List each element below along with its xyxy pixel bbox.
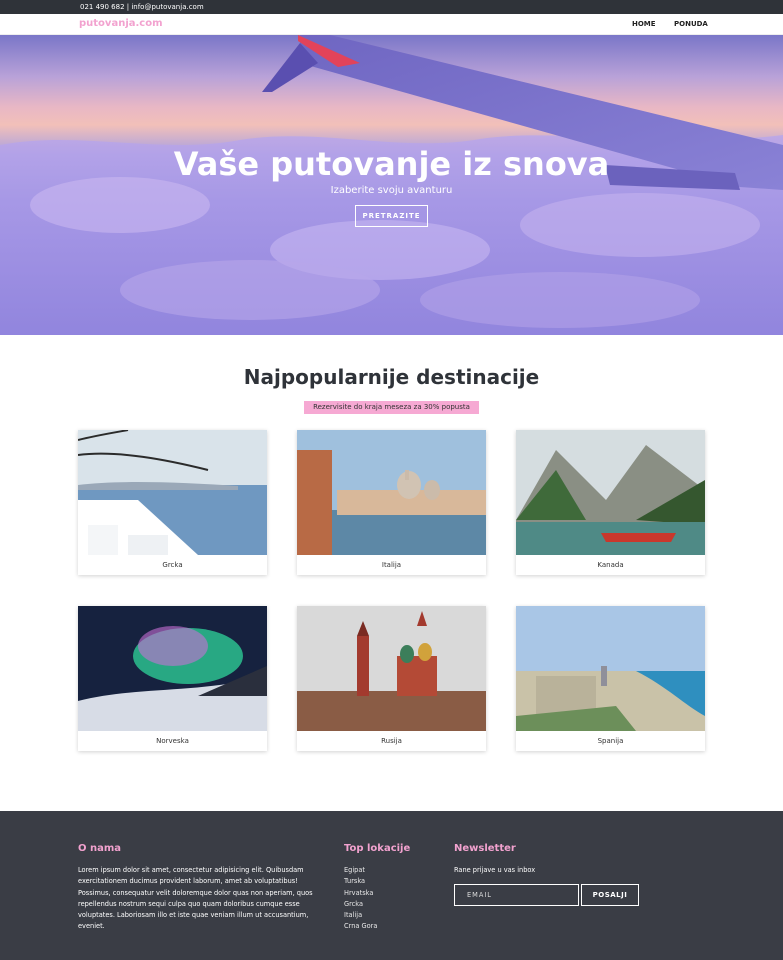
destination-card-italy[interactable]: Italija	[297, 430, 486, 575]
location-link[interactable]: Turska	[344, 876, 377, 887]
hero-title: Vaše putovanje iz snova	[173, 145, 610, 183]
top-bar: 021 490 682 | info@putovanja.com	[0, 0, 783, 14]
location-link[interactable]: Crna Gora	[344, 921, 377, 932]
contact-info: 021 490 682 | info@putovanja.com	[80, 3, 204, 11]
destination-card-russia[interactable]: Rusija	[297, 606, 486, 751]
top-locations-list: Egipat Turska Hrvatska Grcka Italija Crn…	[344, 865, 377, 933]
section-title: Najpopularnije destinacije	[243, 365, 540, 389]
destination-card-norway[interactable]: Norveska	[78, 606, 267, 751]
russia-image	[297, 606, 486, 731]
destination-card-canada[interactable]: Kanada	[516, 430, 705, 575]
promo-badge: Rezervisite do kraja meseza za 30% popus…	[304, 401, 479, 414]
greece-image	[78, 430, 267, 555]
search-button[interactable]: PRETRAZITE	[355, 205, 428, 227]
card-label: Spanija	[597, 737, 624, 745]
about-text: Lorem ipsum dolor sit amet, consectetur …	[78, 866, 313, 931]
card-label: Kanada	[597, 561, 624, 569]
location-link[interactable]: Italija	[344, 910, 377, 921]
hero-subtitle: Izaberite svoju avanturu	[330, 185, 453, 196]
norway-image	[78, 606, 267, 731]
newsletter-title: Newsletter	[454, 843, 516, 854]
card-label: Italija	[381, 561, 402, 569]
newsletter-subtitle: Rane prijave u vas inbox	[454, 866, 536, 874]
canada-image	[516, 430, 705, 555]
card-label: Rusija	[381, 737, 402, 745]
send-button[interactable]: POSALJI	[581, 884, 639, 906]
nav-home-link[interactable]: HOME	[632, 20, 656, 28]
navbar: putovanja.com HOME PONUDA	[0, 14, 783, 35]
about-title: O nama	[78, 843, 122, 854]
footer: O nama Lorem ipsum dolor sit amet, conse…	[0, 811, 783, 960]
nav-ponuda-link[interactable]: PONUDA	[674, 20, 708, 28]
destination-card-spain[interactable]: Spanija	[516, 606, 705, 751]
site-logo[interactable]: putovanja.com	[79, 18, 163, 29]
spain-image	[516, 606, 705, 731]
location-link[interactable]: Egipat	[344, 865, 377, 876]
location-link[interactable]: Grcka	[344, 899, 377, 910]
hero-banner: Vaše putovanje iz snova Izaberite svoju …	[0, 35, 783, 335]
top-locations-title: Top lokacije	[344, 843, 411, 854]
card-label: Grcka	[162, 561, 183, 569]
destination-card-greece[interactable]: Grcka	[78, 430, 267, 575]
location-link[interactable]: Hrvatska	[344, 888, 377, 899]
email-input[interactable]	[454, 884, 579, 906]
card-label: Norveska	[156, 737, 189, 745]
italy-image	[297, 430, 486, 555]
